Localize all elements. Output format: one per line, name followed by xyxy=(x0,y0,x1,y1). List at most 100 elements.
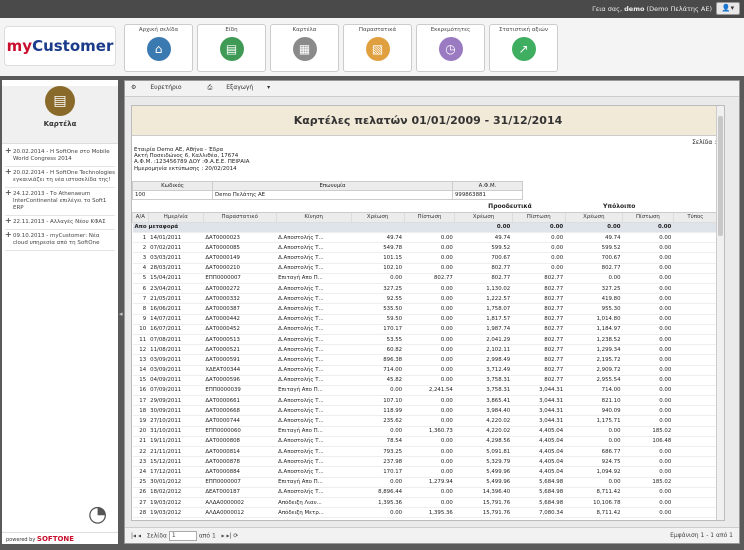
opening-row: Απο μεταφορά 0.00 0.00 0.00 0.00 xyxy=(132,222,718,234)
table-row[interactable]: 9 14/07/2011 ΔΑΤ0000442 Δ.Αποστολής Τ... 59.… xyxy=(132,314,718,325)
prev-page-button[interactable]: ◂ xyxy=(138,533,141,540)
refresh-icon[interactable]: ⟳ xyxy=(233,533,238,540)
nav-tile-2[interactable]: Καρτέλα ▦ xyxy=(270,24,339,72)
column-header[interactable]: Κίνηση xyxy=(275,211,352,223)
pager: |◂ ◂ Σελίδα 1 από 1 ▸ ▸| ⟳ Εμφάνιση 1 - … xyxy=(125,527,739,543)
collapse-handle[interactable]: ◂ xyxy=(119,310,123,318)
table-row[interactable]: 4 28/03/2011 ΔΑΤ0000210 Δ.Αποστολής Τ... 102… xyxy=(132,263,718,274)
print-icon: ⎙ xyxy=(207,84,213,91)
table-row[interactable]: 26 18/02/2012 ΔΕΑΤ000187 Δ.Αποστολής Τ... 8,… xyxy=(132,487,718,498)
nav-tile-3[interactable]: Παραστατικά ▧ xyxy=(343,24,412,72)
greeting: Γεια σας, demo (Demo Πελάτης ΑΕ) xyxy=(592,5,712,13)
table-row[interactable]: 25 30/01/2012 ΕΠΠ0000007 Επιταγή Απο Π... 0.… xyxy=(132,477,718,488)
mycustomer-logo[interactable]: myCustomer xyxy=(4,26,116,66)
document-icon: ▤ xyxy=(45,86,75,116)
nav-tiles: Αρχική σελίδα ⌂ Είδη ▤ Καρτέλα ▦ Παραστατικά ▧ Ε… xyxy=(124,24,558,72)
customer-name: Demo Πελάτης ΑΕ xyxy=(212,190,453,200)
customer-vat: 999863881 xyxy=(452,190,523,200)
company-line: Α.Φ.Μ. :123456789 ΔΟΥ :Φ.Α.Ε.Ε. ΠΕΙΡΑΙΑ xyxy=(134,159,250,166)
nav-tile-1[interactable]: Είδη ▤ xyxy=(197,24,266,72)
news-item[interactable]: 24.12.2013 - Το Athenaeum InterContinent… xyxy=(5,188,115,216)
table-row[interactable]: 10 16/07/2011 ΔΑΤ0000452 Δ.Αποστολής Τ... 17… xyxy=(132,324,718,335)
group-progressive: Προοδευτικά xyxy=(454,202,566,213)
report-title: Καρτέλες πελατών 01/01/2009 - 31/12/2014 xyxy=(132,106,724,136)
table-row[interactable]: 23 15/12/2011 ΔΑΤ0000878 Δ.Αποστολής Τ... 23… xyxy=(132,456,718,468)
main-panel: ⚙ Ευρετήριο ⎙ Εξαγωγή ▾ Καρτέλες πελατών… xyxy=(124,80,740,544)
table-row[interactable]: 5 15/04/2011 ΕΠΠ0000007 Επιταγή Απο Π... 0.0… xyxy=(132,273,718,285)
table-row[interactable]: 11 07/08/2011 ΔΑΤ0000513 Δ.Αποστολής Τ... 53… xyxy=(132,334,718,346)
column-header[interactable]: Πίστωση xyxy=(622,211,674,223)
first-page-button[interactable]: |◂ xyxy=(131,533,136,540)
page-input[interactable]: 1 xyxy=(168,531,197,541)
column-header[interactable]: Α/Α xyxy=(132,211,149,223)
pager-info: Εμφάνιση 1 - 1 από 1 xyxy=(670,532,733,539)
customer-code: 100 xyxy=(132,190,213,200)
table-row[interactable]: 12 11/08/2011 ΔΑΤ0000521 Δ.Αποστολής Τ... 60… xyxy=(132,344,718,356)
receipt-icon: ▧ xyxy=(365,37,390,61)
column-header[interactable]: Πίστωση xyxy=(511,211,566,223)
table-row[interactable]: 7 21/05/2011 ΔΑΤ0000332 Δ.Αποστολής Τ... 92.… xyxy=(132,293,718,305)
next-page-button[interactable]: ▸ xyxy=(222,533,225,540)
table-row[interactable]: 15 04/09/2011 ΔΑΤ0000596 Δ.Αποστολής Τ... 45… xyxy=(132,375,718,386)
column-header[interactable]: Χρέωση xyxy=(454,211,513,223)
user-icon: 👤 xyxy=(721,4,731,12)
table-row[interactable]: 2923/03/2012ΜΤΑ5000001Απόδειξη Μετρ...0.… xyxy=(132,517,718,520)
nav-tile-label: Εκκρεμότητες xyxy=(430,27,471,33)
user-menu-button[interactable]: 👤▾ xyxy=(716,2,740,15)
table-row[interactable]: 20 31/10/2011 ΕΠΠ0000060 Επιταγή Απο Π... 0.… xyxy=(132,426,718,437)
news-item[interactable]: 20.02.2014 - Η SoftOne στο Mobile World … xyxy=(5,146,115,167)
nav-tile-5[interactable]: Στατιστική αξιών ↗ xyxy=(489,24,558,72)
table-row[interactable]: 19 27/10/2011 ΔΑΤ0000744 Δ.Αποστολής Τ... 23… xyxy=(132,415,718,427)
gear-icon: ⚙ xyxy=(131,84,137,91)
toolbar: ⚙ Ευρετήριο ⎙ Εξαγωγή ▾ xyxy=(125,81,739,97)
report-scrollbar[interactable] xyxy=(716,106,724,520)
export-button[interactable]: ⎙ Εξαγωγή ▾ xyxy=(207,84,270,91)
powered-by: powered by SOFTONE xyxy=(2,532,118,544)
table-row[interactable]: 22 21/11/2011 ΔΑΤ0000814 Δ.Αποστολής Τ... 79… xyxy=(132,446,718,458)
column-header[interactable]: Τύπος xyxy=(672,211,719,223)
column-header[interactable]: Παραστατικό xyxy=(202,211,277,223)
user-name: demo xyxy=(624,5,645,13)
scroll-thumb[interactable] xyxy=(718,116,723,236)
column-header[interactable]: Χρέωση xyxy=(350,211,405,223)
table-row[interactable]: 3 03/03/2011 ΔΑΤ0000149 Δ.Αποστολής Τ... 101… xyxy=(132,252,718,264)
nav-tile-0[interactable]: Αρχική σελίδα ⌂ xyxy=(124,24,193,72)
report-viewer: Καρτέλες πελατών 01/01/2009 - 31/12/2014… xyxy=(131,105,725,521)
items-icon: ▤ xyxy=(219,37,244,61)
company-info: Εταιρία Demo AE, Αθήνα - Έδρα Ακτή Ποσειδ… xyxy=(134,147,249,172)
softone-logo: SOFTONE xyxy=(36,535,75,543)
table-row[interactable]: 14 03/09/2011 ΧΔΕΑΤ00344 Δ.Αποστολής Τ... 71… xyxy=(132,365,718,376)
home-icon: ⌂ xyxy=(146,37,171,61)
table-row[interactable]: 28 19/03/2012 ΑΛΔΑ0000012 Απόδειξη Μετρ... 0… xyxy=(132,507,718,519)
news-item[interactable]: 09.10.2013 - myCustomer: Νέα cloud υπηρε… xyxy=(5,230,115,251)
news-list: 20.02.2014 - Η SoftOne στο Mobile World … xyxy=(2,144,118,253)
clock-icon: ◷ xyxy=(438,37,463,61)
ledger-table: Προοδευτικά Υπόλοιπο Α/Α Ημερ/νία Παραστατ… xyxy=(132,202,719,520)
table-row[interactable]: 6 23/04/2011 ΔΑΤ0000272 Δ.Αποστολής Τ... 327… xyxy=(132,283,718,295)
column-header[interactable]: Χρέωση xyxy=(564,211,624,223)
table-row[interactable]: 21 19/11/2011 ΔΑΤ0000808 Δ.Αποστολής Τ... 78… xyxy=(132,436,718,448)
top-bar: Γεια σας, demo (Demo Πελάτης ΑΕ) 👤▾ xyxy=(0,0,744,18)
finder-button[interactable]: ⚙ Ευρετήριο xyxy=(131,84,194,91)
table-row[interactable]: 27 19/03/2012 ΑΛΔΑ0000002 Απόδειξη Λιαν... 1… xyxy=(132,497,718,509)
news-item[interactable]: 20.02.2014 - Η SoftOne Technologies εγκα… xyxy=(5,167,115,188)
column-header[interactable]: Ημερ/νία xyxy=(147,211,204,223)
table-row[interactable]: 17 29/09/2011 ΔΑΤ0000661 Δ.Αποστολής Τ... 10… xyxy=(132,395,718,407)
nav-tile-label: Καρτέλα xyxy=(292,27,317,33)
left-panel-header: ▤ Καρτέλα xyxy=(2,86,118,144)
table-row[interactable]: 8 16/06/2011 ΔΑΤ0000387 Δ.Αποστολής Τ... 535… xyxy=(132,303,718,315)
customer-table: Κωδικός Επωνυμία Α.Φ.Μ. 100 Demo Πελάτης… xyxy=(132,181,523,200)
table-row[interactable]: 2 07/02/2011 ΔΑΤ0000085 Δ.Αποστολής Τ... 549… xyxy=(132,242,718,254)
last-page-button[interactable]: ▸| xyxy=(226,533,231,540)
table-row[interactable]: 1 14/01/2011 ΔΑΤ0000023 Δ.Αποστολής Τ... 49.… xyxy=(132,232,718,244)
table-row[interactable]: 13 03/09/2011 ΔΑΤ0000591 Δ.Αποστολής Τ... 89… xyxy=(132,354,718,366)
column-header[interactable]: Πίστωση xyxy=(403,211,456,223)
nav-tile-4[interactable]: Εκκρεμότητες ◷ xyxy=(416,24,485,72)
table-row[interactable]: 18 30/09/2011 ΔΑΤ0000668 Δ.Αποστολής Τ... 11… xyxy=(132,405,718,417)
nav-tile-label: Είδη xyxy=(225,27,238,33)
table-row[interactable]: 24 17/12/2011 ΔΑΤ0000884 Δ.Αποστολής Τ... 17… xyxy=(132,466,718,478)
news-item[interactable]: 22.11.2013 - Αλλαγές Νέου ΚΦΑΣ xyxy=(5,216,115,230)
table-row[interactable]: 16 07/09/2011 ΕΠΠ0000039 Επιταγή Απο Π... 0.… xyxy=(132,385,718,397)
group-balance: Υπόλοιπο xyxy=(565,202,674,213)
left-panel: ▤ Καρτέλα 20.02.2014 - Η SoftOne στο Mob… xyxy=(2,80,118,544)
